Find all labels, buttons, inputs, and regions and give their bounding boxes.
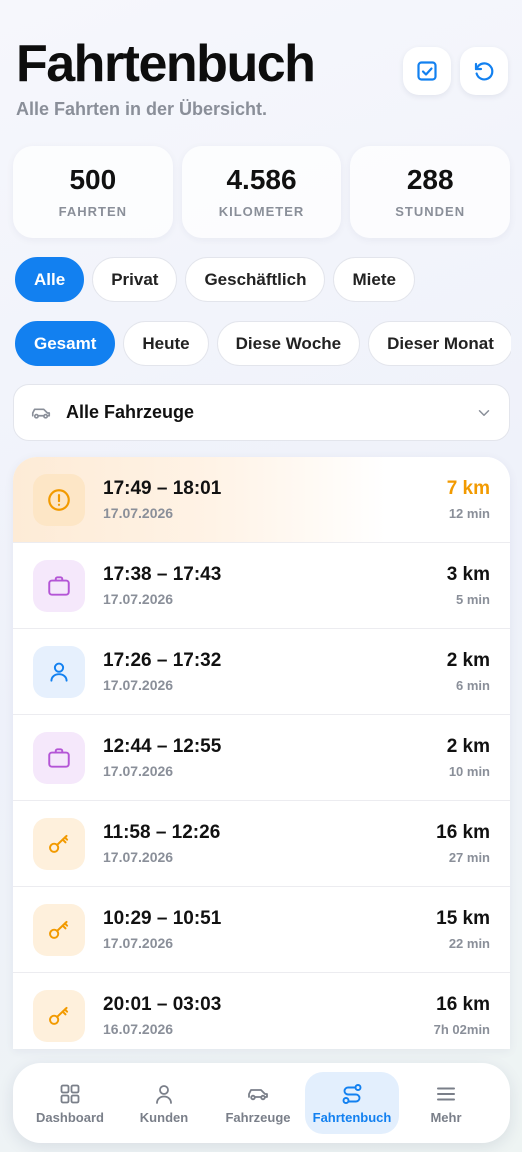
trip-duration: 22 min [448,936,490,951]
trip-row[interactable]: 17:26 – 17:32 17.07.2026 2 km 6 min [13,629,510,715]
trip-distance: 7 km [446,478,490,499]
person-icon [156,1084,172,1104]
route-icon [342,1083,362,1104]
menu-icon [437,1087,455,1100]
vehicle-select[interactable]: Alle Fahrzeuge [13,384,510,441]
warning-icon [33,473,85,526]
refresh-icon [474,62,494,81]
trip-duration: 6 min [456,678,490,693]
trip-time: 10:29 – 10:51 [103,908,222,929]
trip-row[interactable]: 12:44 – 12:55 17.07.2026 2 km 10 min [13,715,510,801]
period-chip-this-month[interactable]: Dieser Monat [368,321,511,366]
period-chip-today[interactable]: Heute [123,321,209,366]
chevron-down-icon [478,409,490,416]
stat-card-trips: 500 FAHRTEN [13,146,173,238]
trip-date: 17.07.2026 [103,849,174,865]
trip-duration: 12 min [448,506,490,521]
trip-row[interactable]: 20:01 – 03:03 16.07.2026 16 km 7h 02min [13,973,510,1049]
car-icon [31,408,51,419]
nav-label: Fahrzeuge [225,1109,291,1125]
trip-row[interactable]: 11:58 – 12:26 17.07.2026 16 km 27 min [13,801,510,887]
trip-duration: 7h 02min [433,1022,490,1037]
trip-time: 20:01 – 03:03 [103,994,222,1015]
briefcase-icon [33,559,85,612]
filter-chip-business[interactable]: Geschäftlich [185,257,326,302]
trip-duration: 10 min [448,764,490,779]
trip-time: 17:49 – 18:01 [103,478,222,499]
briefcase-icon [33,731,85,784]
trip-distance: 16 km [436,994,490,1015]
key-icon [33,903,85,956]
trip-date: 17.07.2026 [103,591,174,607]
trip-date: 16.07.2026 [103,1021,174,1037]
trip-distance: 2 km [446,736,490,757]
filter-chip-all[interactable]: Alle [15,257,85,302]
trip-date: 17.07.2026 [103,505,174,521]
select-button[interactable] [403,47,451,95]
stat-value: 500 [69,164,117,195]
trip-date: 17.07.2026 [103,763,174,779]
period-filter: Gesamt Heute Diese Woche Dieser Monat [15,321,511,366]
trip-time: 17:38 – 17:43 [103,564,222,585]
trip-time: 11:58 – 12:26 [103,822,221,843]
page-header: Fahrtenbuch Alle Fahrten in der Übersich… [16,30,508,126]
trip-list[interactable]: 17:49 – 18:01 17.07.2026 7 km 12 min 17:… [13,457,510,1049]
key-icon [33,989,85,1042]
nav-item-logbook[interactable]: Fahrtenbuch [305,1072,399,1134]
trip-time: 17:26 – 17:32 [103,650,222,671]
nav-item-customers[interactable]: Kunden [117,1072,211,1134]
nav-label: Fahrtenbuch [312,1109,392,1125]
stat-label: STUNDEN [395,204,466,219]
dashboard-icon [60,1084,80,1103]
page-subtitle: Alle Fahrten in der Übersicht. [16,99,268,119]
trip-row[interactable]: 17:49 – 18:01 17.07.2026 7 km 12 min [13,457,510,543]
stat-card-kilometers: 4.586 KILOMETER [181,146,342,238]
filter-chip-private[interactable]: Privat [92,257,178,302]
bottom-navigation: Dashboard Kunden Fahrzeuge Fahrtenbuch M… [13,1063,510,1143]
period-filter-scroll[interactable]: Gesamt Heute Diese Woche Dieser Monat [0,316,511,374]
period-chip-this-week[interactable]: Diese Woche [216,321,361,366]
nav-item-dashboard[interactable]: Dashboard [23,1072,117,1134]
trip-row[interactable]: 10:29 – 10:51 17.07.2026 15 km 22 min [13,887,510,973]
nav-label: Kunden [139,1109,189,1125]
filter-chip-rental[interactable]: Miete [333,257,415,302]
nav-label: Dashboard [36,1109,104,1125]
refresh-button[interactable] [460,47,508,95]
trip-distance: 16 km [436,822,490,843]
trip-distance: 3 km [446,564,490,585]
trip-date: 17.07.2026 [103,677,174,693]
trip-date: 17.07.2026 [103,935,174,951]
type-filter: Alle Privat Geschäftlich Miete [15,257,415,302]
trip-distance: 2 km [446,650,490,671]
trip-row[interactable]: 17:38 – 17:43 17.07.2026 3 km 5 min [13,543,510,629]
trip-duration: 27 min [448,850,490,865]
vehicle-select-value: Alle Fahrzeuge [66,402,195,422]
page-title: Fahrtenbuch [16,35,316,93]
stat-card-hours: 288 STUNDEN [350,146,511,238]
nav-item-more[interactable]: Mehr [399,1072,493,1134]
nav-item-vehicles[interactable]: Fahrzeuge [211,1072,305,1134]
nav-label: Mehr [430,1109,462,1125]
stats-row: 500 FAHRTEN 4.586 KILOMETER 288 STUNDEN [13,146,511,238]
stat-label: KILOMETER [218,204,305,219]
trip-distance: 15 km [436,908,490,929]
stat-value: 288 [406,164,454,195]
trip-time: 12:44 – 12:55 [103,736,222,757]
person-icon [33,645,85,698]
trip-duration: 5 min [456,592,490,607]
car-icon [248,1088,268,1100]
key-icon [33,817,85,870]
stat-label: FAHRTEN [58,204,128,219]
period-chip-total[interactable]: Gesamt [15,321,116,366]
checkbox-icon [417,61,437,81]
stat-value: 4.586 [226,164,297,195]
